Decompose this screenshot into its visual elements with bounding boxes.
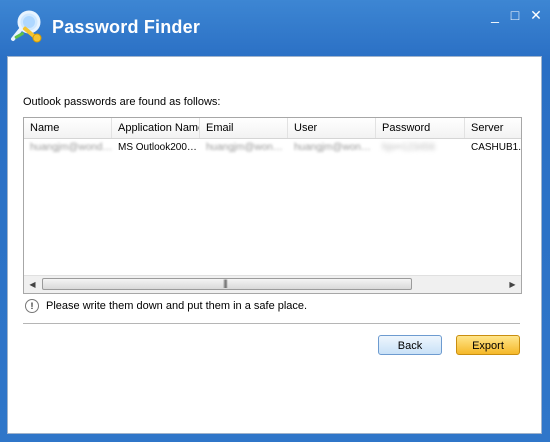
window-title: Password Finder xyxy=(52,17,201,37)
content-panel: Outlook passwords are found as follows: … xyxy=(7,56,542,434)
column-header-email[interactable]: Email xyxy=(200,118,288,138)
column-header-name[interactable]: Name xyxy=(24,118,112,138)
back-button[interactable]: Back xyxy=(378,335,442,355)
column-header-application-name[interactable]: Application Name xyxy=(112,118,200,138)
intro-text: Outlook passwords are found as follows: xyxy=(23,96,221,108)
column-header-password[interactable]: Password xyxy=(376,118,465,138)
divider xyxy=(23,323,520,324)
maximize-button[interactable]: □ xyxy=(506,6,524,24)
cell-name: huangjm@wond… xyxy=(30,142,112,153)
column-header-user[interactable]: User xyxy=(288,118,376,138)
horizontal-scrollbar[interactable]: ◀ ||| ▶ xyxy=(24,275,521,293)
minimize-button[interactable]: _ xyxy=(486,6,504,24)
key-magnifier-icon xyxy=(11,10,42,43)
cell-password: hjs••123456 xyxy=(382,142,436,153)
scrollbar-thumb[interactable]: ||| xyxy=(42,278,412,290)
cell-application-name: MS Outlook200… xyxy=(118,142,197,153)
notice-text: Please write them down and put them in a… xyxy=(46,300,308,312)
scroll-right-arrow-icon[interactable]: ▶ xyxy=(504,276,521,293)
table-row[interactable]: huangjm@wond… MS Outlook200… huangjm@won… xyxy=(24,139,521,157)
close-button[interactable]: ✕ xyxy=(527,6,545,24)
app-window: Password Finder _ □ ✕ Outlook passwords … xyxy=(0,0,550,442)
title-bar: Password Finder _ □ ✕ xyxy=(0,0,550,56)
warning-icon: ! xyxy=(25,299,39,313)
scroll-left-arrow-icon[interactable]: ◀ xyxy=(24,276,41,293)
table-header: Name Application Name Email User Passwor… xyxy=(24,118,521,139)
column-header-server[interactable]: Server xyxy=(465,118,521,138)
cell-user: huangjm@won… xyxy=(294,142,371,153)
passwords-table[interactable]: Name Application Name Email User Passwor… xyxy=(23,117,522,294)
export-button[interactable]: Export xyxy=(456,335,520,355)
scrollbar-grip: ||| xyxy=(223,278,228,288)
cell-email: huangjm@won… xyxy=(206,142,283,153)
cell-server: CASHUB1.w xyxy=(471,142,521,153)
